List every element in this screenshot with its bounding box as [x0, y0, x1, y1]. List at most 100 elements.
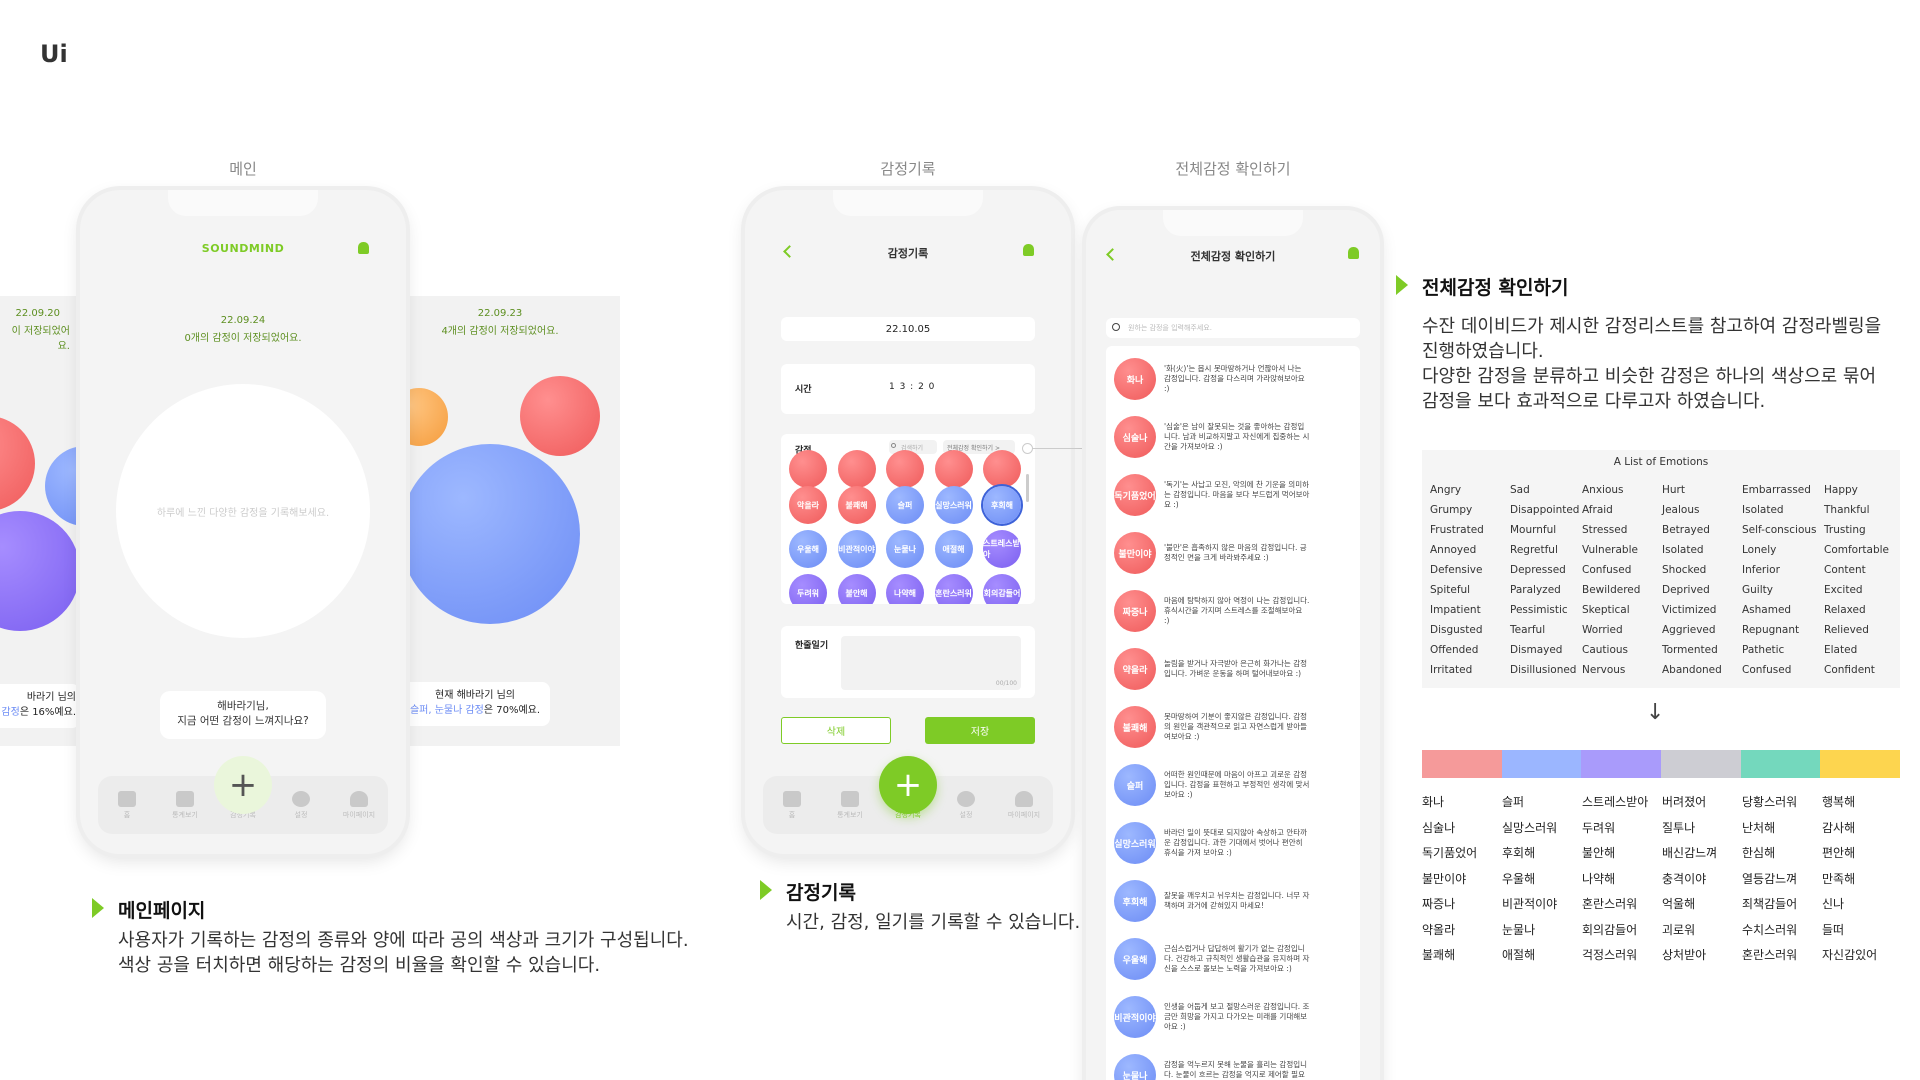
add-emotion-button[interactable]: + — [214, 756, 272, 814]
korean-emotion-label: 불만이야 — [1422, 871, 1467, 886]
emotion-chip[interactable]: 스트레스받아 — [983, 530, 1021, 568]
emotion-chip[interactable]: 우울해 — [789, 530, 827, 568]
all-section-title: 전체감정 확인하기 — [1422, 277, 1569, 299]
emotion-chip[interactable]: 약올라 — [1114, 648, 1156, 690]
emotion-chip[interactable]: 혼란스러워 — [934, 574, 973, 604]
emotion-chip[interactable] — [837, 450, 876, 488]
table-cell: Embarrassed — [1742, 484, 1811, 496]
emotion-list-item[interactable]: 후회해 잘못을 깨우치고 뉘우치는 감정입니다. 너무 자책하며 과거에 갇혀있지… — [1114, 878, 1310, 924]
korean-emotion-label: 애절해 — [1502, 948, 1536, 962]
emotion-chip[interactable]: 불쾌해 — [1114, 706, 1156, 748]
table-cell: Content — [1824, 564, 1866, 576]
table-cell: Tormented — [1662, 644, 1718, 656]
main-section-body2: 색상 공을 터치하면 해당하는 감정의 비율을 확인할 수 있습니다. — [118, 955, 601, 976]
emotion-chip[interactable]: 슬퍼 — [886, 486, 924, 524]
emotion-chip[interactable]: 후회해 — [1114, 880, 1156, 922]
table-cell: Relieved — [1824, 624, 1869, 636]
emotion-list-item[interactable]: 눈물나 감정을 억누르지 못해 눈물을 흘리는 감정입니다. 눈물이 흐르는 감정… — [1114, 1052, 1310, 1080]
bell-icon[interactable] — [1348, 247, 1359, 259]
table-column: Anxious Afraid Stressed Vulnerable Confused B… — [1582, 480, 1640, 680]
chip-row-2: 우울해 비관적이야 눈물나 애절해 스트레스받아 — [789, 530, 1021, 568]
emotions-table: A List of Emotions Angry Grumpy Frustrated… — [1422, 450, 1900, 688]
korean-emotion-label: 자신감있어 — [1822, 948, 1878, 962]
emotion-chip[interactable]: 눈물나 — [1114, 1054, 1156, 1080]
korean-emotion-label: 괴로워 — [1662, 922, 1696, 937]
korean-emotion-label: 질투나 — [1662, 820, 1696, 835]
tab-stats[interactable]: 통계보기 — [163, 790, 207, 820]
emotion-chip[interactable]: 비관적이야 — [1114, 996, 1156, 1038]
table-cell: Angry — [1430, 484, 1462, 496]
time-picker[interactable]: 1 3 : 2 0 — [889, 382, 935, 392]
emotion-chip[interactable]: 실망스러워 — [934, 486, 973, 524]
tab-settings[interactable]: 설정 — [279, 790, 323, 820]
emotion-list-item[interactable]: 실망스러워 바라던 일이 뜻대로 되지않아 속상하고 안타까운 감정입니다. 과한… — [1114, 820, 1310, 866]
emotion-chip-selected[interactable]: 후회해 — [983, 486, 1021, 524]
emotion-ball[interactable] — [0, 511, 80, 631]
emotion-chip[interactable]: 두려워 — [789, 574, 827, 604]
tab-stats[interactable]: 통계보기 — [828, 790, 872, 820]
emotion-chip[interactable]: 슬퍼 — [1114, 764, 1156, 806]
record-date-field[interactable]: 22.10.05 — [781, 317, 1035, 341]
emotion-chip[interactable]: 애절해 — [934, 530, 973, 568]
emotion-chip[interactable]: 화나 — [1114, 358, 1156, 400]
bell-icon[interactable] — [1023, 244, 1034, 256]
table-cell: Relaxed — [1824, 604, 1866, 616]
emotion-ball-area[interactable]: 하루에 느낀 다양한 감정을 기록해보세요. — [116, 384, 370, 638]
emotion-list-item[interactable]: 짜증나 마음에 탐탁하지 않아 역정이 나는 감정입니다. 휴식시간을 가지며 스… — [1114, 588, 1310, 634]
emotion-list-item[interactable]: 독기품었어 '독기'는 사납고 모진, 악의에 찬 기운을 의미하는 감정입니다.… — [1114, 472, 1310, 518]
emotion-chip[interactable]: 악을라 — [789, 486, 827, 524]
table-cell: Isolated — [1742, 504, 1784, 516]
emotion-list-item[interactable]: 약올라 놀림을 받거나 자극받아 은근히 화가나는 감정입니다. 가벼운 운동을 … — [1114, 646, 1310, 692]
emotion-list-item[interactable]: 심술나 '심술'은 남이 잘못되는 것을 좋아하는 감정입니다. 남과 비교하지말… — [1114, 414, 1310, 460]
emotion-list-item[interactable]: 우울해 근심스럽거나 답답하여 활기가 없는 감정입니다. 건강하고 규칙적인 생… — [1114, 936, 1310, 982]
left-preview-saved: 이 저장되었어요. — [11, 326, 70, 352]
emotion-chip[interactable]: 나약해 — [886, 574, 924, 604]
emotion-list-item[interactable]: 불만이야 '불만'은 흡족하지 않은 마음의 감정입니다. 긍정적인 면을 크게 … — [1114, 530, 1310, 576]
emotion-chip[interactable]: 우울해 — [1114, 938, 1156, 980]
emotion-chip[interactable]: 실망스러워 — [1114, 822, 1156, 864]
emotion-chip[interactable]: 회의감들어 — [983, 574, 1021, 604]
emotion-list-item[interactable]: 슬퍼 어떠한 원인때문에 마음이 아프고 괴로운 감정입니다. 감정을 표현하고 … — [1114, 762, 1310, 808]
emotion-ball[interactable] — [520, 376, 600, 456]
bell-icon[interactable] — [358, 242, 369, 254]
tab-mypage[interactable]: 마이페이지 — [1002, 790, 1046, 820]
emotion-chip[interactable] — [886, 450, 924, 488]
tab-mypage[interactable]: 마이페이지 — [337, 790, 381, 820]
korean-emotion-label: 약올라 — [1422, 922, 1456, 937]
emotion-description: 어떠한 원인때문에 마음이 아프고 괴로운 감정입니다. 감정을 표현하고 부정… — [1164, 770, 1310, 799]
tab-settings[interactable]: 설정 — [944, 790, 988, 820]
emotion-chip[interactable]: 눈물나 — [886, 530, 924, 568]
connector-line — [1028, 448, 1084, 449]
delete-button[interactable]: 삭제 — [781, 717, 891, 744]
table-cell: Disgusted — [1430, 624, 1483, 636]
main-saved-count: 0개의 감정이 저장되었어요. — [184, 333, 302, 344]
emotion-search-input[interactable]: 원하는 감정을 입력해주세요. — [1106, 318, 1360, 338]
tab-home[interactable]: 홈 — [770, 790, 814, 820]
save-button[interactable]: 저장 — [925, 717, 1035, 744]
tab-home[interactable]: 홈 — [105, 790, 149, 820]
emotion-chip[interactable] — [789, 450, 827, 488]
emotion-chip[interactable]: 불쾌해 — [837, 486, 876, 524]
add-emotion-button[interactable]: + — [879, 756, 937, 814]
right-preview-line2a: 슬퍼, 눈물나 감정 — [409, 705, 484, 716]
main-date: 22.09.24 — [220, 315, 266, 326]
emotion-chip[interactable]: 짜증나 — [1114, 590, 1156, 632]
emotion-chip[interactable]: 불안해 — [837, 574, 876, 604]
emotion-chip[interactable] — [934, 450, 973, 488]
emotion-chip[interactable]: 불만이야 — [1114, 532, 1156, 574]
emotion-ball[interactable] — [0, 416, 35, 511]
emotion-list-item[interactable]: 불쾌해 못마땅하여 기분이 좋지않은 감정입니다. 감정의 원인을 객관적으로 읽… — [1114, 704, 1310, 750]
scrollbar[interactable] — [1026, 474, 1029, 502]
emotion-list-item[interactable]: 비관적이야 인생을 어둡게 보고 절망스러운 감정입니다. 조금만 희망을 가지고… — [1114, 994, 1310, 1040]
all-section-body4: 감정을 보다 효과적으로 다루고자 하였습니다. — [1422, 391, 1766, 412]
emotion-list-item[interactable]: 화나 '화(火)'는 몹시 못마땅하거나 언짢아서 나는 감정입니다. 감정을 다… — [1114, 356, 1310, 402]
emotion-chip[interactable]: 독기품었어 — [1114, 474, 1156, 516]
diary-input[interactable]: 00/100 — [841, 636, 1021, 690]
emotion-chip[interactable]: 비관적이야 — [837, 530, 876, 568]
emotion-chip[interactable] — [983, 450, 1021, 488]
phone-notch — [1163, 210, 1303, 236]
emotion-ball[interactable] — [400, 444, 580, 624]
korean-emotion-label: 한심해 — [1742, 846, 1776, 860]
emotion-chip[interactable]: 심술나 — [1114, 416, 1156, 458]
korean-emotion-label: 눈물나 — [1502, 922, 1536, 937]
